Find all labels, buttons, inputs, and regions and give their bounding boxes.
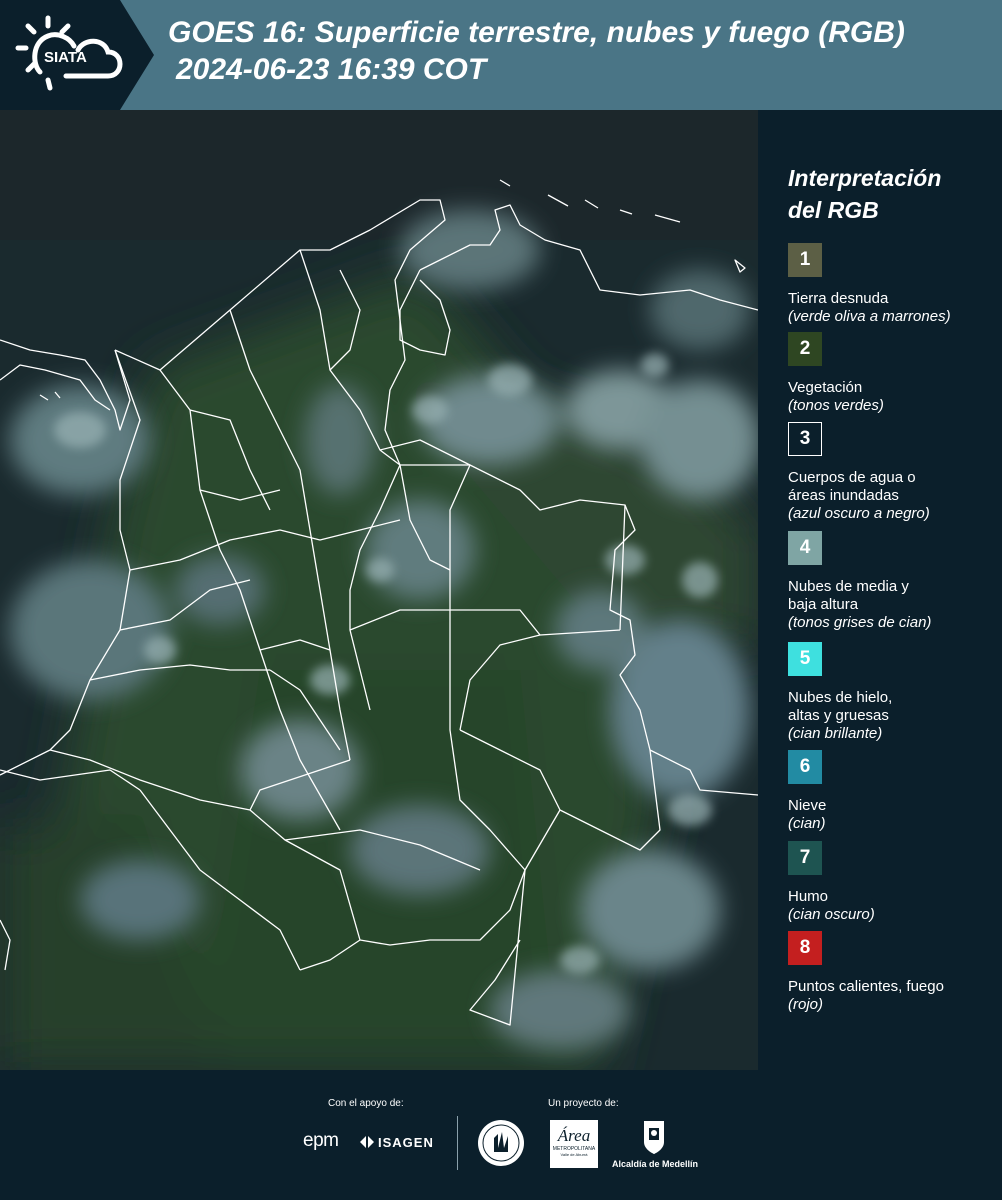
alcaldia-text: Alcaldía de Medellín	[612, 1159, 699, 1169]
legend-label-7: Humo	[788, 888, 829, 905]
legend-label-1: Tierra desnuda	[788, 290, 889, 307]
siata-logo: SIATA	[15, 15, 123, 91]
legend-swatch-4: 4	[788, 531, 822, 565]
legend-note-2: (tonos verdes)	[788, 397, 884, 414]
area-logo-text: Área	[557, 1126, 591, 1145]
project-label: Un proyecto de:	[548, 1098, 619, 1109]
legend-item-7: 7 Humo (cian oscuro)	[788, 841, 998, 924]
isagen-mark-icon	[360, 1136, 374, 1148]
legend-panel: Interpretación del RGB 1 Tierra desnuda …	[758, 110, 1002, 1070]
area-metropolitana-logo: Área METROPOLITANA Valle de Aburrá	[550, 1120, 598, 1168]
area-logo-subtext2: Valle de Aburrá	[560, 1152, 588, 1157]
legend-swatch-1: 1	[788, 243, 822, 277]
legend-item-2: 2 Vegetación (tonos verdes)	[788, 332, 998, 415]
footer-divider	[457, 1116, 458, 1170]
legend-label-3: Cuerpos de agua o	[788, 469, 916, 486]
logo-text: SIATA	[44, 49, 87, 66]
legend-note-5: (cian brillante)	[788, 725, 883, 742]
legend-item-3: 3 Cuerpos de agua o áreas inundadas (azu…	[788, 422, 998, 523]
legend-note-3: (azul oscuro a negro)	[788, 505, 930, 522]
legend-label-6: Nieve	[788, 797, 827, 814]
medellin-shield-icon	[644, 1121, 664, 1154]
legend-swatch-6: 6	[788, 750, 822, 784]
legend-title: Interpretación del RGB	[788, 162, 988, 226]
legend-label-8: Puntos calientes, fuego	[788, 978, 944, 995]
legend-title-line2: del RGB	[788, 197, 879, 223]
legend-label-2: Vegetación	[788, 379, 863, 396]
legend-label-5b: altas y gruesas	[788, 707, 889, 724]
legend-item-5: 5 Nubes de hielo, altas y gruesas (cian …	[788, 642, 998, 743]
footer: Con el apoyo de: Un proyecto de: epm ISA…	[0, 1070, 1002, 1200]
legend-swatch-3: 3	[788, 422, 822, 456]
legend-swatch-5: 5	[788, 642, 822, 676]
legend-note-7: (cian oscuro)	[788, 906, 875, 923]
title-line2: 2024-06-23 16:39 COT	[176, 53, 487, 86]
legend-item-6: 6 Nieve (cian)	[788, 750, 998, 833]
legend-note-6: (cian)	[788, 815, 826, 832]
legend-swatch-8: 8	[788, 931, 822, 965]
satellite-map	[0, 110, 758, 1070]
legend-swatch-2: 2	[788, 332, 822, 366]
legend-label-5: Nubes de hielo,	[788, 689, 893, 706]
isagen-text: ISAGEN	[378, 1134, 434, 1150]
legend-label-3b: áreas inundadas	[788, 487, 899, 504]
legend-title-line1: Interpretación	[788, 165, 942, 191]
title-line1: GOES 16: Superficie terrestre, nubes y f…	[168, 16, 905, 49]
epm-logo: epm	[303, 1130, 339, 1151]
page-title: GOES 16: Superficie terrestre, nubes y f…	[168, 14, 905, 88]
university-seal-icon	[478, 1120, 524, 1166]
legend-swatch-7: 7	[788, 841, 822, 875]
legend-note-8: (rojo)	[788, 996, 824, 1013]
support-label: Con el apoyo de:	[328, 1098, 404, 1109]
satellite-image	[0, 110, 758, 1070]
legend-item-1: 1 Tierra desnuda (verde oliva a marrones…	[788, 243, 998, 326]
legend-item-8: 8 Puntos calientes, fuego (rojo)	[788, 931, 998, 1014]
legend-label-4: Nubes de media y	[788, 578, 909, 595]
legend-item-4: 4 Nubes de media y baja altura (tonos gr…	[788, 531, 998, 632]
header: SIATA GOES 16: Superficie terrestre, nub…	[0, 0, 1002, 110]
legend-note-4: (tonos grises de cian)	[788, 614, 932, 631]
legend-label-4b: baja altura	[788, 596, 859, 613]
isagen-logo: ISAGEN	[358, 1134, 434, 1150]
legend-note-1: (verde oliva a marrones)	[788, 308, 951, 325]
